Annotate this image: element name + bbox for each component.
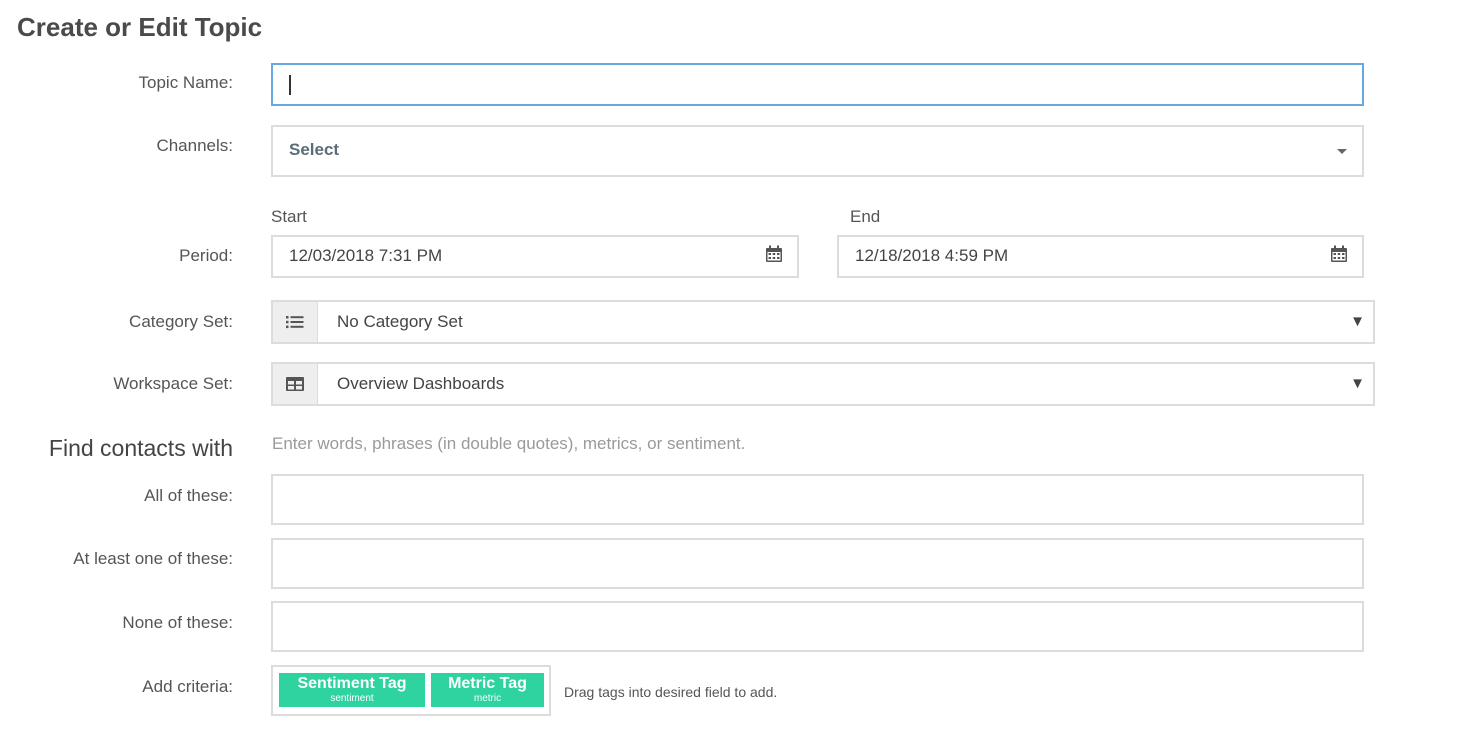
category-set-group: No Category Set ▼ <box>271 300 1375 344</box>
sentiment-tag-title: Sentiment Tag <box>297 675 407 692</box>
workspace-set-group: Overview Dashboards ▼ <box>271 362 1375 406</box>
period-label: Period: <box>179 246 233 265</box>
none-of-these-input[interactable] <box>271 601 1364 652</box>
add-criteria-label: Add criteria: <box>142 677 233 696</box>
period-start-input[interactable]: 12/03/2018 7:31 PM <box>271 235 799 278</box>
category-set-label: Category Set: <box>129 312 233 331</box>
all-of-these-input[interactable] <box>271 474 1364 525</box>
at-least-one-label: At least one of these: <box>73 549 233 568</box>
text-caret <box>289 75 291 95</box>
period-end-input[interactable]: 12/18/2018 4:59 PM <box>837 235 1364 278</box>
category-set-select[interactable]: No Category Set ▼ <box>318 300 1375 344</box>
topic-editor-page: Create or Edit Topic Topic Name: Channel… <box>0 0 1477 739</box>
workspace-set-label: Workspace Set: <box>113 374 233 393</box>
page-title: Create or Edit Topic <box>17 12 263 42</box>
drag-tags-hint: Drag tags into desired field to add. <box>564 684 778 700</box>
channels-selected-value: Select <box>289 140 340 159</box>
table-icon <box>271 362 318 406</box>
period-end-value: 12/18/2018 4:59 PM <box>855 246 1009 265</box>
period-start-label: Start <box>271 207 307 226</box>
sentiment-tag-subtitle: sentiment <box>330 693 374 704</box>
list-icon <box>271 300 318 344</box>
none-of-these-label: None of these: <box>122 613 233 632</box>
caret-down-icon: ▼ <box>1350 313 1365 330</box>
find-contacts-heading: Find contacts with <box>48 435 233 461</box>
caret-down-icon: ▼ <box>1350 375 1365 392</box>
calendar-icon[interactable] <box>1330 245 1348 263</box>
period-end-label: End <box>850 207 881 226</box>
sentiment-tag[interactable]: Sentiment Tag sentiment <box>279 673 425 707</box>
at-least-one-input[interactable] <box>271 538 1364 589</box>
tag-palette: Sentiment Tag sentiment Metric Tag metri… <box>271 665 551 716</box>
find-contacts-hint: Enter words, phrases (in double quotes),… <box>272 434 746 453</box>
channels-select[interactable]: Select <box>271 125 1364 177</box>
all-of-these-label: All of these: <box>144 486 233 505</box>
workspace-set-selected-value: Overview Dashboards <box>337 374 505 393</box>
chevron-down-icon <box>1337 149 1347 154</box>
metric-tag-title: Metric Tag <box>448 675 527 692</box>
channels-label: Channels: <box>156 136 233 155</box>
metric-tag-subtitle: metric <box>473 693 502 704</box>
period-start-value: 12/03/2018 7:31 PM <box>289 246 443 265</box>
category-set-selected-value: No Category Set <box>337 312 463 331</box>
calendar-icon[interactable] <box>765 245 783 263</box>
metric-tag[interactable]: Metric Tag metric <box>431 673 544 707</box>
topic-name-label: Topic Name: <box>138 73 233 92</box>
workspace-set-select[interactable]: Overview Dashboards ▼ <box>318 362 1375 406</box>
topic-name-input[interactable] <box>271 63 1364 106</box>
